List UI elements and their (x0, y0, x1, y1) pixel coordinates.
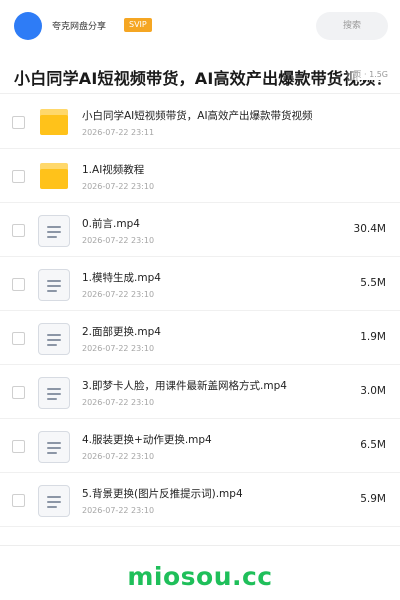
file-size: 5.9M (360, 493, 386, 505)
file-size: 3.0M (360, 385, 386, 397)
page-title: 小白同学AI短视频带货，AI高效产出爆款带货视频！ (14, 69, 392, 88)
file-name[interactable]: 4.服装更换+动作更换.mp4 (82, 432, 212, 447)
video-file-icon (38, 485, 70, 517)
file-row[interactable]: 1.模特生成.mp4 2026-07-22 23:10 5.5M (0, 257, 400, 311)
file-name[interactable]: 小白同学AI短视频带货，AI高效产出爆款带货视频 (82, 108, 313, 123)
file-name[interactable]: 0.前言.mp4 (82, 216, 140, 231)
file-row[interactable]: 3.即梦卡人脸，用课件最新盖网格方式.mp4 2026-07-22 23:10 3.… (0, 365, 400, 419)
svip-badge: SVIP (124, 18, 152, 32)
top-bar: 夸克网盘分享 SVIP 搜索 (0, 0, 400, 52)
file-list: 小白同学AI短视频带货，AI高效产出爆款带货视频 2026-07-22 23:11… (0, 95, 400, 527)
file-size: 30.4M (353, 223, 386, 235)
avatar[interactable] (14, 12, 42, 40)
owner-name[interactable]: 夸克网盘分享 (52, 19, 106, 32)
file-row[interactable]: 0.前言.mp4 2026-07-22 23:10 30.4M (0, 203, 400, 257)
file-name[interactable]: 1.AI视频教程 (82, 162, 144, 177)
select-checkbox[interactable] (12, 170, 25, 183)
file-row[interactable]: 5.背景更换(图片反推提示词).mp4 2026-07-22 23:10 5.9M (0, 473, 400, 527)
file-size: 5.5M (360, 277, 386, 289)
file-date: 2026-07-22 23:10 (82, 452, 155, 461)
file-date: 2026-07-22 23:10 (82, 236, 155, 245)
file-date: 2026-07-22 23:11 (82, 128, 155, 137)
file-row[interactable]: 4.服装更换+动作更换.mp4 2026-07-22 23:10 6.5M (0, 419, 400, 473)
file-name[interactable]: 3.即梦卡人脸，用课件最新盖网格方式.mp4 (82, 378, 287, 393)
folder-icon (38, 161, 70, 193)
file-size: 1.9M (360, 331, 386, 343)
search-button[interactable]: 搜索 (316, 12, 388, 40)
file-name[interactable]: 2.面部更换.mp4 (82, 324, 161, 339)
video-file-icon (38, 269, 70, 301)
select-checkbox[interactable] (12, 440, 25, 453)
file-date: 2026-07-22 23:10 (82, 182, 155, 191)
share-title-row: 小白同学AI短视频带货，AI高效产出爆款带货视频！ 页 · 1.5G (0, 56, 400, 94)
folder-icon (38, 107, 70, 139)
select-checkbox[interactable] (12, 224, 25, 237)
video-file-icon (38, 377, 70, 409)
select-checkbox[interactable] (12, 278, 25, 291)
file-date: 2026-07-22 23:10 (82, 506, 155, 515)
select-checkbox[interactable] (12, 332, 25, 345)
file-name[interactable]: 5.背景更换(图片反推提示词).mp4 (82, 486, 243, 501)
divider (0, 545, 400, 546)
select-checkbox[interactable] (12, 116, 25, 129)
file-row[interactable]: 1.AI视频教程 2026-07-22 23:10 (0, 149, 400, 203)
video-file-icon (38, 215, 70, 247)
share-meta: 页 · 1.5G (347, 69, 388, 80)
select-checkbox[interactable] (12, 494, 25, 507)
select-checkbox[interactable] (12, 386, 25, 399)
file-row[interactable]: 小白同学AI短视频带货，AI高效产出爆款带货视频 2026-07-22 23:11 (0, 95, 400, 149)
video-file-icon (38, 323, 70, 355)
file-name[interactable]: 1.模特生成.mp4 (82, 270, 161, 285)
file-date: 2026-07-22 23:10 (82, 290, 155, 299)
file-size: 6.5M (360, 439, 386, 451)
video-file-icon (38, 431, 70, 463)
file-date: 2026-07-22 23:10 (82, 344, 155, 353)
file-row[interactable]: 2.面部更换.mp4 2026-07-22 23:10 1.9M (0, 311, 400, 365)
watermark: miosou.cc (127, 562, 273, 591)
file-date: 2026-07-22 23:10 (82, 398, 155, 407)
